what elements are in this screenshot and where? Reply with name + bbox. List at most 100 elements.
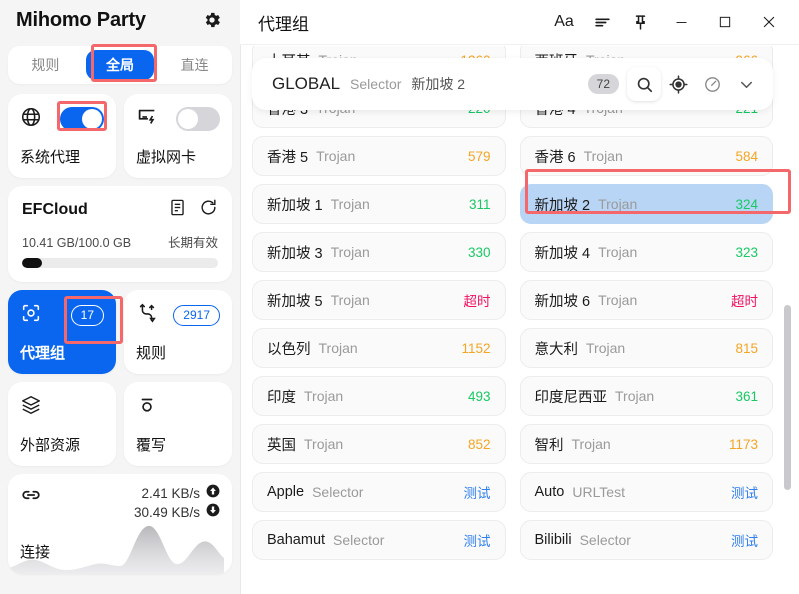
proxy-name: 新加坡 4 <box>534 245 591 262</box>
sidebar-item-rules[interactable]: 2917 规则 <box>124 290 232 374</box>
proxy-item[interactable]: 香港 6 Trojan 584 <box>519 136 773 176</box>
proxy-item[interactable]: 智利 Trojan 1173 <box>519 424 773 464</box>
proxy-list-scrollbar[interactable] <box>784 305 791 490</box>
sidebar-item-connections[interactable]: 2.41 KB/s 30.49 KB/s 连接 <box>8 474 232 574</box>
pin-icon[interactable] <box>621 5 659 39</box>
proxy-delay: 1173 <box>728 436 758 452</box>
toggle-card-row: 系统代理 虚拟网卡 <box>8 94 232 178</box>
search-icon[interactable] <box>627 67 661 101</box>
proxy-item[interactable]: 香港 5 Trojan 579 <box>252 136 506 176</box>
proxy-item[interactable]: 新加坡 3 Trojan 330 <box>252 232 506 272</box>
proxy-name: 以色列 <box>267 341 311 358</box>
proxy-type: URLTest <box>572 484 625 500</box>
nav-card-row-2: 外部资源 覆写 <box>8 382 232 466</box>
sort-lines-icon[interactable] <box>583 5 621 39</box>
connections-label: 连接 <box>20 544 51 561</box>
rules-label: 规则 <box>136 345 167 362</box>
tun-device-label: 虚拟网卡 <box>136 149 197 166</box>
system-proxy-label: 系统代理 <box>20 149 81 166</box>
proxy-name: 香港 6 <box>534 149 576 166</box>
main-titlebar: 代理组 Aa <box>240 0 799 45</box>
app-title: Mihomo Party <box>16 8 146 31</box>
proxy-delay: 测试 <box>731 534 758 549</box>
proxy-item[interactable]: 印度尼西亚 Trojan 361 <box>519 376 773 416</box>
sidebar: Mihomo Party 规则 全局 直连 系统代理 虚拟网卡 EFCloud … <box>0 0 240 594</box>
proxy-type: Trojan <box>316 148 356 164</box>
proxy-type: Trojan <box>304 388 344 404</box>
minimize-button[interactable] <box>659 5 703 39</box>
subscription-name: EFCloud <box>22 201 88 218</box>
proxy-item[interactable]: Auto URLTest 测试 <box>519 472 773 512</box>
chevron-down-icon[interactable] <box>729 67 763 101</box>
speedtest-icon[interactable] <box>695 67 729 101</box>
proxy-type: Selector <box>579 532 631 548</box>
proxy-name: 新加坡 6 <box>534 293 591 310</box>
external-resources-label: 外部资源 <box>20 437 81 454</box>
proxy-list-scroll-area[interactable]: 土耳其Trojan1260西班牙Trojan966香港 3Trojan220香港… <box>240 46 799 594</box>
document-icon[interactable] <box>168 198 187 222</box>
proxy-type: Trojan <box>598 244 638 260</box>
proxy-item[interactable]: 英国 Trojan 852 <box>252 424 506 464</box>
system-proxy-toggle[interactable] <box>60 107 104 131</box>
rules-badge: 2917 <box>173 304 220 326</box>
proxy-name: 新加坡 3 <box>267 245 323 262</box>
subscription-usage: 10.41 GB/100.0 GB <box>22 236 132 250</box>
system-proxy-card[interactable]: 系统代理 <box>8 94 116 178</box>
proxy-delay: 579 <box>467 148 491 164</box>
mode-tab-direct[interactable]: 直连 <box>160 50 229 80</box>
maximize-button[interactable] <box>703 5 747 39</box>
proxy-name: Auto <box>534 484 565 500</box>
upload-speed: 2.41 KB/s <box>141 486 200 501</box>
close-button[interactable] <box>747 5 791 39</box>
gear-icon[interactable] <box>200 8 224 32</box>
proxy-item[interactable]: 新加坡 1 Trojan 311 <box>252 184 506 224</box>
proxy-delay: 852 <box>467 436 491 452</box>
proxy-name: Bilibili <box>534 532 572 548</box>
proxy-type: Trojan <box>318 340 358 356</box>
tun-device-card[interactable]: 虚拟网卡 <box>124 94 232 178</box>
proxy-row: 英国 Trojan 852 智利 Trojan 1173 <box>252 424 773 464</box>
proxy-type: Trojan <box>330 196 370 212</box>
proxy-item[interactable]: Bilibili Selector 测试 <box>519 520 773 560</box>
link-icon <box>20 484 42 522</box>
proxy-name: 新加坡 1 <box>267 197 323 214</box>
nav-card-row-1: 17 代理组 2917 规则 <box>8 290 232 374</box>
subscription-card[interactable]: EFCloud 10.41 GB/100.0 GB 长期有效 <box>8 186 232 282</box>
mode-tab-group: 规则 全局 直连 <box>8 46 232 84</box>
sidebar-item-proxy-groups[interactable]: 17 代理组 <box>8 290 116 374</box>
subscription-progress-fill <box>22 258 43 268</box>
proxy-item[interactable]: 印度 Trojan 493 <box>252 376 506 416</box>
proxy-delay: 测试 <box>463 534 491 549</box>
proxy-item[interactable]: Bahamut Selector 测试 <box>252 520 506 560</box>
sidebar-item-external-resources[interactable]: 外部资源 <box>8 382 116 466</box>
proxy-type: Trojan <box>571 436 611 452</box>
refresh-icon[interactable] <box>199 198 218 222</box>
proxy-type: Trojan <box>330 292 370 308</box>
override-icon <box>136 394 158 421</box>
proxy-item[interactable]: 新加坡 4 Trojan 323 <box>519 232 773 272</box>
proxy-item[interactable]: Apple Selector 测试 <box>252 472 506 512</box>
proxy-type: Trojan <box>615 388 655 404</box>
main-panel: 代理组 Aa 香港 5 Trojan 579 香港 6 Trojan 584 新… <box>240 0 799 594</box>
proxy-row: 以色列 Trojan 1152 意大利 Trojan 815 <box>252 328 773 368</box>
subscription-expiry: 长期有效 <box>167 236 218 250</box>
font-size-icon[interactable]: Aa <box>545 5 583 39</box>
tun-device-toggle[interactable] <box>176 107 220 131</box>
mode-tab-global[interactable]: 全局 <box>85 50 155 80</box>
mode-tab-rule[interactable]: 规则 <box>11 50 80 80</box>
proxy-list: 土耳其Trojan1260西班牙Trojan966香港 3Trojan220香港… <box>240 46 799 560</box>
proxy-delay: 584 <box>735 148 758 164</box>
sidebar-item-override[interactable]: 覆写 <box>124 382 232 466</box>
group-header-global[interactable]: GLOBAL Selector 新加坡 2 72 <box>252 58 773 110</box>
layers-icon <box>20 394 42 421</box>
group-name: GLOBAL <box>272 74 341 93</box>
proxy-item[interactable]: 以色列 Trojan 1152 <box>252 328 506 368</box>
proxy-delay: 330 <box>467 244 491 260</box>
locate-icon[interactable] <box>661 67 695 101</box>
proxy-item[interactable]: 新加坡 5 Trojan 超时 <box>252 280 506 320</box>
proxy-item[interactable]: 新加坡 2 Trojan 324 <box>519 184 773 224</box>
group-selected-node: 新加坡 2 <box>411 76 466 92</box>
proxy-item[interactable]: 新加坡 6 Trojan 超时 <box>519 280 773 320</box>
proxy-item[interactable]: 意大利 Trojan 815 <box>519 328 773 368</box>
proxy-type: Trojan <box>583 148 623 164</box>
